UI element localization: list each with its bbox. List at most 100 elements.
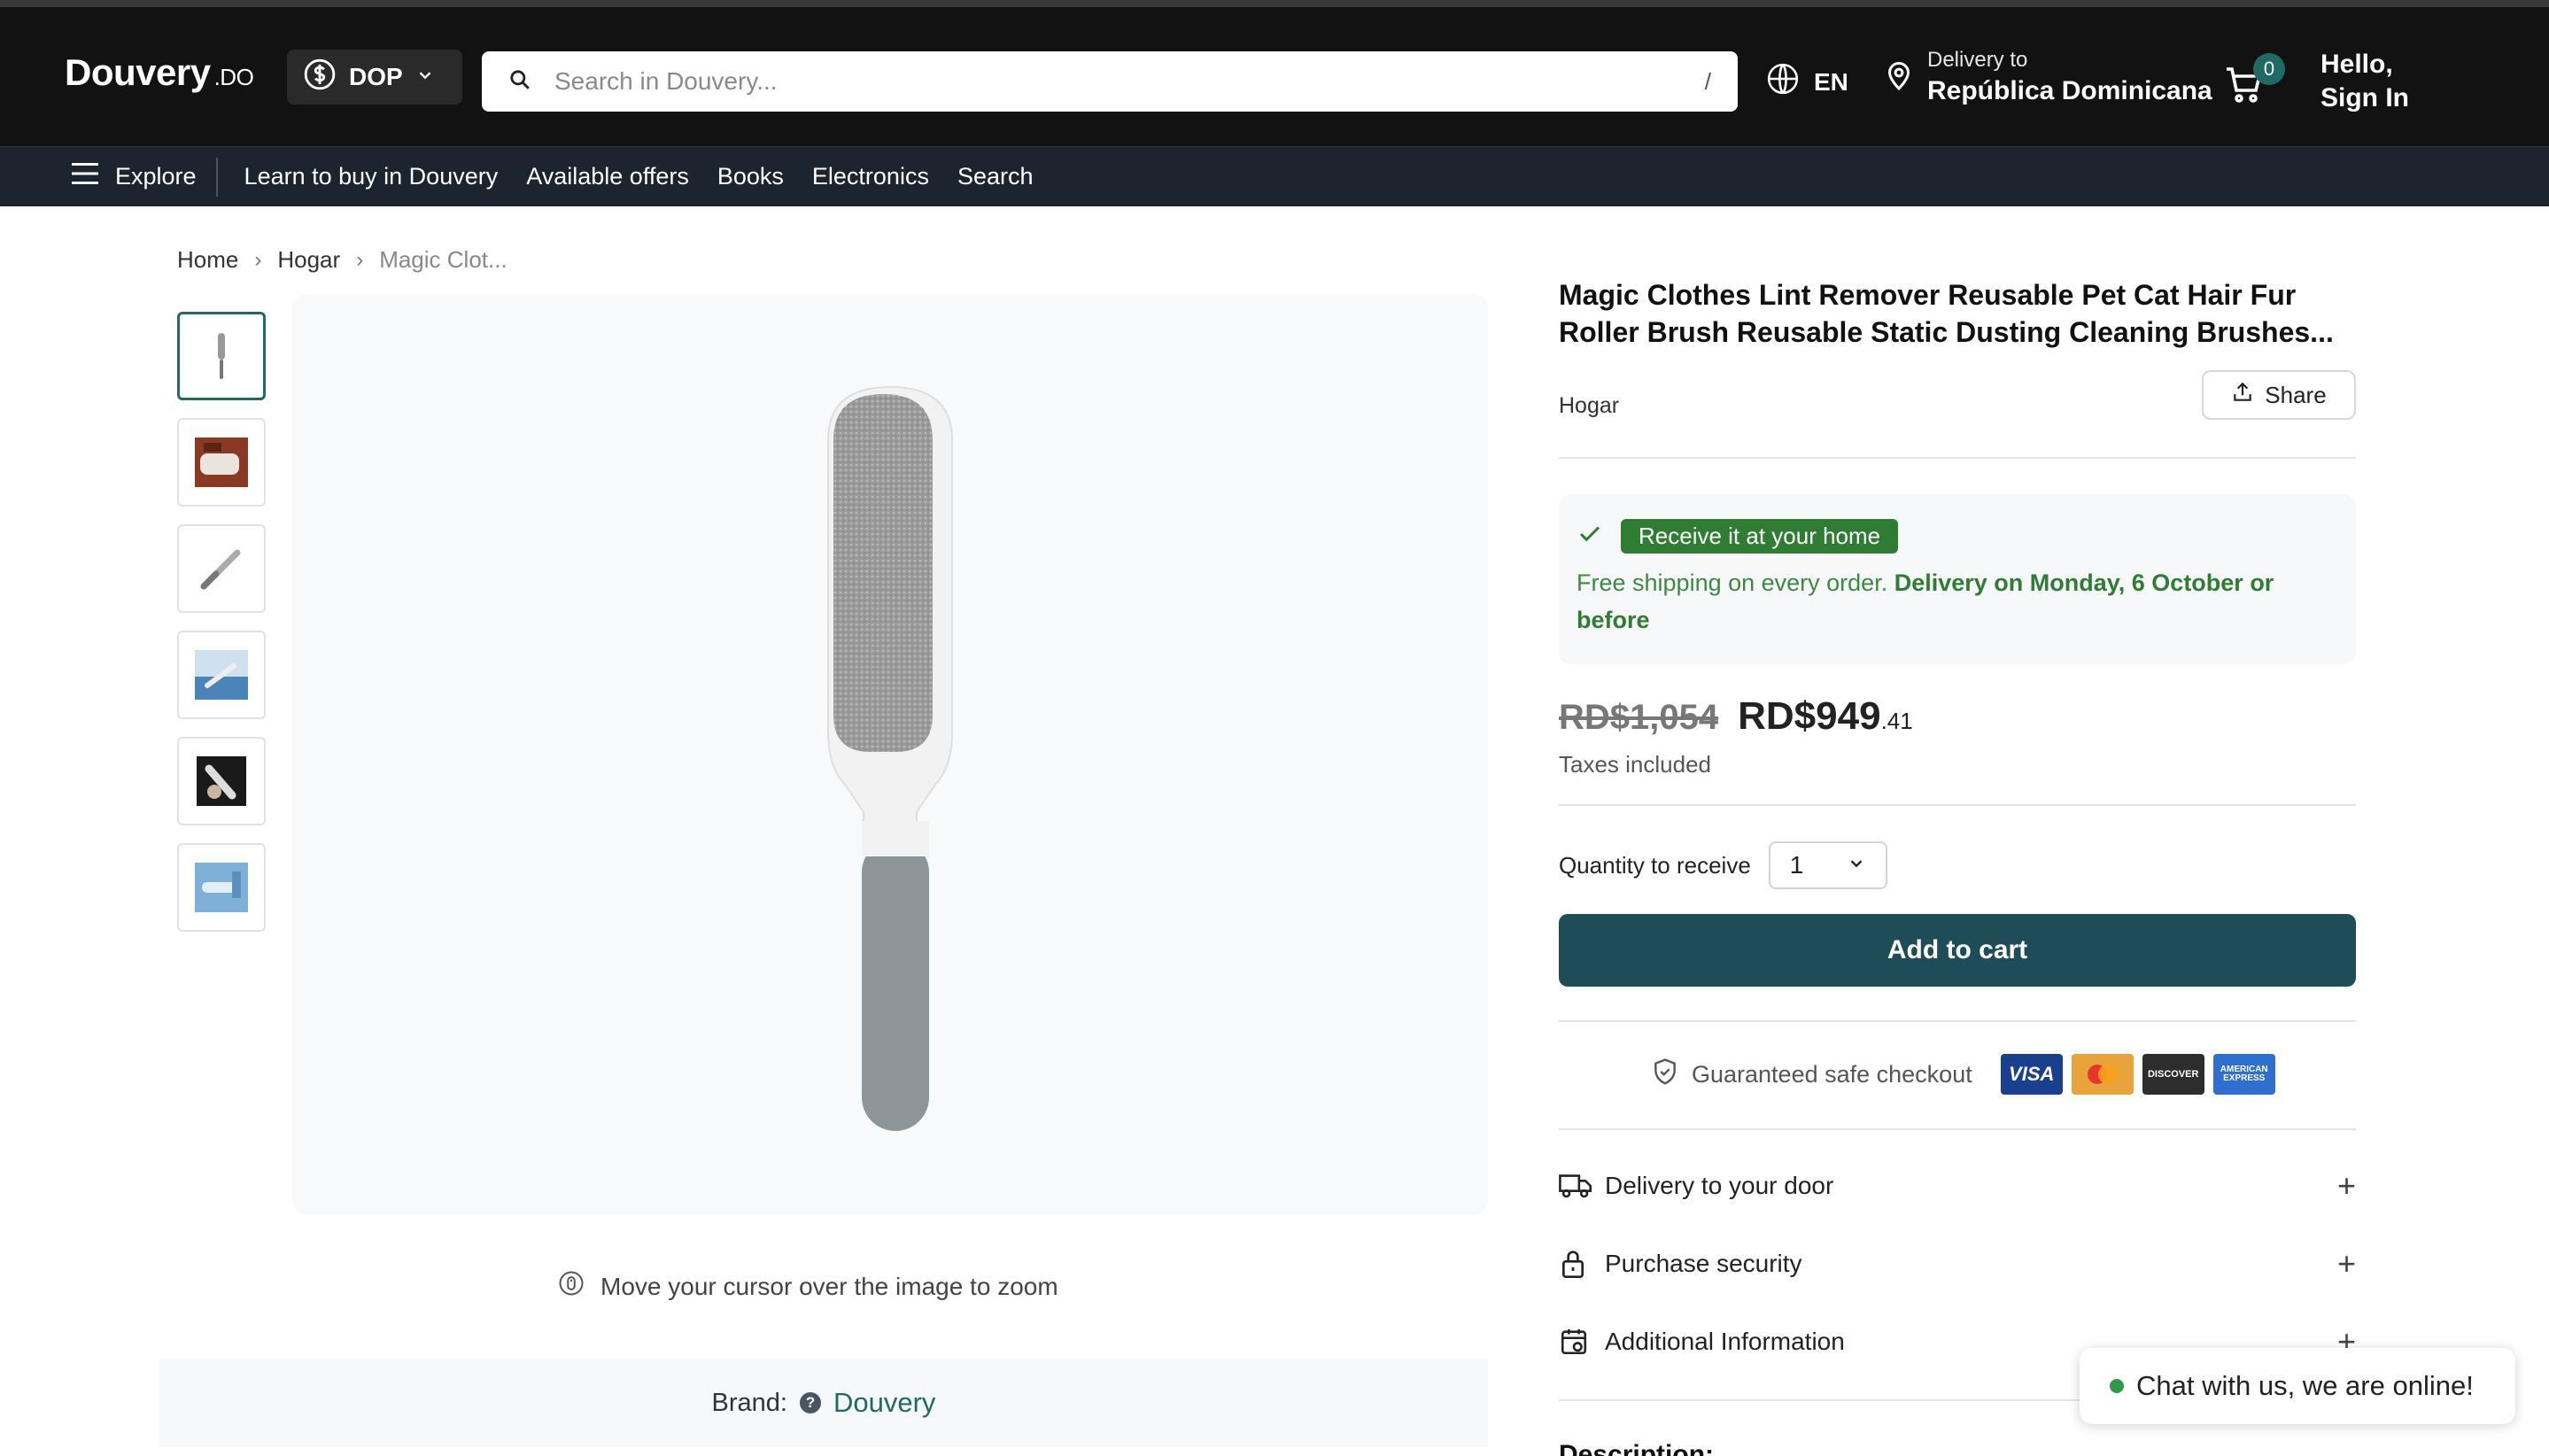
dollar-circle-icon [303,58,337,97]
explore-menu-button[interactable]: Explore [69,157,218,197]
cart-count-badge: 0 [2253,53,2285,85]
discover-icon: DISCOVER [2142,1054,2204,1095]
explore-label: Explore [115,163,197,190]
location-pin-icon [1883,58,1915,97]
current-price: RD$949.41 [1738,694,1913,739]
chevron-down-icon [415,63,435,91]
share-button[interactable]: Share [2202,370,2356,420]
language-label: EN [1814,67,1848,96]
chat-widget[interactable]: Chat with us, we are online! [2080,1348,2515,1424]
divider [1559,457,2356,459]
accordion-security[interactable]: Purchase security + [1559,1245,2356,1282]
quantity-value: 1 [1789,851,1804,879]
divider [1559,1128,2356,1130]
lock-icon [1559,1248,1594,1280]
quantity-select[interactable]: 1 [1768,841,1887,889]
price-block: RD$1,054 RD$949.41 [1559,694,1913,739]
chat-text: Chat with us, we are online! [2136,1370,2474,1401]
logo-text: Douvery [65,51,211,93]
top-strip [0,0,2549,7]
visa-icon: VISA [2000,1054,2063,1095]
cart-button[interactable]: 0 [2223,53,2285,110]
plus-icon: + [2336,1167,2356,1204]
product-thumbnail[interactable] [177,737,266,825]
truck-icon [1559,1171,1594,1201]
nav-item-learn[interactable]: Learn to buy in Douvery [244,163,499,190]
mastercard-icon [2071,1054,2134,1095]
product-main-image[interactable] [292,294,1488,1215]
currency-label: DOP [349,63,403,90]
search-bar[interactable]: Search in Douvery... / [482,51,1738,112]
amex-icon: AMERICAN EXPRESS [2212,1054,2275,1095]
price-main: RD$949 [1738,694,1881,738]
product-thumbnail[interactable] [177,312,266,400]
product-category[interactable]: Hogar [1559,393,1619,419]
divider [1559,1020,2356,1022]
search-input[interactable]: Search in Douvery... [554,67,1705,96]
share-label: Share [2265,381,2327,408]
chevron-down-icon [1847,851,1866,879]
site-header: Douvery .DO DOP Search in Douvery... / E… [0,7,2549,146]
share-icon [2231,381,2254,410]
search-icon [508,68,531,96]
description-heading: Description: [1559,1440,1715,1456]
delivery-country: República Dominicana [1927,76,2212,105]
taxes-note: Taxes included [1559,751,1711,778]
help-icon: ? [800,1392,821,1413]
accordion-delivery[interactable]: Delivery to your door + [1559,1167,2356,1204]
checkmark-icon [1577,521,1603,552]
lint-brush-image [827,385,953,1131]
greeting: Hello, [2320,50,2393,79]
breadcrumb: Home › Hogar › Magic Clot... [177,246,507,274]
zoom-hint-text: Move your cursor over the image to zoom [600,1272,1058,1300]
category-nav: Explore Learn to buy in Douvery Availabl… [0,146,2549,206]
mouse-icon [558,1270,585,1303]
shipping-text: Free shipping on every order. [1577,569,1888,596]
brand-label: Brand: [711,1388,787,1417]
nav-item-books[interactable]: Books [717,163,784,190]
delivery-location[interactable]: Delivery to República Dominicana [1883,48,2212,106]
price-cents: .41 [1880,708,1913,734]
breadcrumb-home[interactable]: Home [177,246,238,274]
payment-cards: VISA DISCOVER AMERICAN EXPRESS [2000,1054,2275,1095]
sign-in-label: Sign In [2320,83,2409,112]
currency-selector[interactable]: DOP [287,50,462,105]
product-thumbnail[interactable] [177,524,266,613]
shipping-info-box: Receive it at your home Free shipping on… [1559,494,2356,664]
plus-icon: + [2336,1245,2356,1282]
safe-checkout-text: Guaranteed safe checkout [1692,1060,1972,1088]
add-to-cart-button[interactable]: Add to cart [1559,914,2356,987]
brand-link[interactable]: Douvery [833,1387,935,1419]
product-title: Magic Clothes Lint Remover Reusable Pet … [1559,279,2334,348]
product-thumbnail[interactable] [177,631,266,719]
safe-checkout: Guaranteed safe checkout VISA DISCOVER A… [1651,1054,2275,1095]
chevron-right-icon: › [254,247,262,272]
breadcrumb-category[interactable]: Hogar [277,246,340,274]
globe-icon [1766,62,1800,102]
quantity-row: Quantity to receive 1 [1559,841,1887,889]
product-thumbnail[interactable] [177,843,266,932]
language-selector[interactable]: EN [1766,62,1848,102]
accordion-label: Purchase security [1605,1250,1802,1277]
nav-item-offers[interactable]: Available offers [526,163,689,190]
search-shortcut-hint: / [1704,67,1711,95]
logo-tld: .DO [213,64,254,90]
quantity-label: Quantity to receive [1559,851,1751,879]
nav-item-search[interactable]: Search [957,163,1034,190]
hamburger-icon [69,160,101,193]
site-logo[interactable]: Douvery .DO [65,51,254,94]
chevron-right-icon: › [356,247,364,272]
product-thumbnail[interactable] [177,418,266,507]
thumbnail-list [177,312,266,949]
old-price: RD$1,054 [1559,698,1719,737]
calendar-info-icon [1559,1327,1594,1357]
online-status-icon [2110,1379,2124,1393]
brand-bar: Brand: ? Douvery [159,1359,1488,1447]
divider [1559,804,2356,806]
sign-in-link[interactable]: Hello, Sign In [2320,48,2409,115]
accordion-label: Delivery to your door [1605,1172,1834,1199]
delivery-label: Delivery to [1927,48,2028,72]
zoom-hint: Move your cursor over the image to zoom [558,1270,1058,1303]
shipping-badge: Receive it at your home [1621,519,1899,554]
nav-item-electronics[interactable]: Electronics [812,163,929,190]
